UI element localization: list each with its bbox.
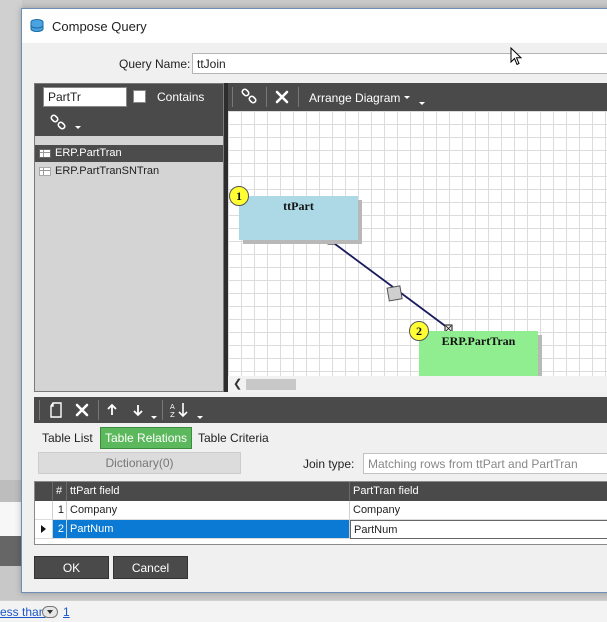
right-field-cell[interactable]: Company (350, 501, 607, 520)
row-number: 1 (53, 501, 67, 520)
diagram-toolbar: Arrange Diagram (228, 83, 607, 111)
svg-text:Z: Z (170, 411, 175, 419)
new-icon[interactable] (49, 402, 63, 418)
query-tabs: Table List Table Relations Table Criteri… (34, 427, 607, 449)
row-number: 2 (53, 520, 67, 539)
dialog-title: Compose Query (52, 19, 147, 34)
cancel-button[interactable]: Cancel (113, 556, 188, 579)
diagram-table-name: ERP.PartTran (441, 334, 516, 348)
table-order-badge: 2 (409, 321, 429, 341)
left-field-cell[interactable]: PartNum (67, 520, 350, 539)
arrange-diagram-button[interactable]: Arrange Diagram (309, 91, 400, 105)
contains-label: Contains (157, 90, 205, 104)
background-app-panel-white (0, 502, 22, 536)
background-app-panel (0, 0, 22, 480)
less-than-link[interactable]: ess than (0, 605, 45, 619)
delete-icon[interactable] (275, 90, 289, 104)
table-order-badge: 1 (229, 186, 249, 206)
sort-icon[interactable]: A Z (169, 401, 191, 419)
link-icon[interactable] (49, 114, 67, 132)
tab-table-list[interactable]: Table List (38, 427, 97, 449)
toolbar-separator (298, 87, 299, 107)
link-tables-icon[interactable] (240, 88, 258, 106)
join-type-label: Join type: (303, 457, 355, 471)
grid-row-selector-header (35, 482, 53, 501)
scrollbar-thumb[interactable] (246, 379, 296, 390)
table-item-label: ERP.PartTran (55, 147, 122, 159)
contains-checkbox[interactable] (133, 90, 146, 103)
database-icon (30, 19, 44, 32)
ok-button[interactable]: OK (34, 556, 109, 579)
move-dropdown-caret[interactable] (151, 416, 157, 419)
tab-table-criteria[interactable]: Table Criteria (194, 427, 273, 449)
delete-icon[interactable] (75, 403, 89, 417)
grid-header-number[interactable]: # (53, 482, 67, 501)
relations-toolbar: A Z (34, 397, 607, 423)
move-up-icon[interactable] (106, 403, 118, 417)
toolbar-overflow-caret[interactable] (419, 102, 425, 105)
svg-text:A: A (170, 403, 175, 411)
query-name-label: Query Name: (119, 57, 191, 71)
row-selector[interactable] (35, 520, 53, 539)
tab-table-relations[interactable]: Table Relations (100, 427, 193, 449)
grid-header: # ttPart field PartTran field (35, 482, 607, 501)
diagram-table-parttran[interactable]: ERP.PartTran (419, 331, 538, 376)
title-bar[interactable]: Compose Query (22, 9, 607, 43)
row-selector[interactable] (35, 501, 53, 520)
table-icon (39, 167, 51, 176)
dictionary-button[interactable]: Dictionary(0) (38, 452, 241, 474)
table-filter-input[interactable] (43, 87, 127, 107)
table-item-label: ERP.PartTranSNTran (55, 165, 160, 177)
left-field-cell[interactable]: Company (67, 501, 350, 520)
scroll-left-icon[interactable]: ❮ (233, 377, 242, 390)
diagram-table-name: ttPart (283, 199, 314, 213)
grid-header-right-field[interactable]: PartTran field (350, 482, 607, 501)
background-app-panel-dark (0, 536, 22, 566)
right-field-cell[interactable]: PartNum (350, 520, 607, 539)
query-name-input[interactable] (192, 53, 607, 74)
toolbar-separator (266, 87, 267, 107)
arrange-diagram-caret[interactable] (404, 96, 410, 99)
move-down-icon[interactable] (132, 403, 144, 417)
grid-row[interactable]: 2 PartNum PartNum (35, 520, 607, 539)
table-browser-panel: Contains ERP.PartTran ERP.PartTranSNTran (34, 83, 224, 392)
table-icon (39, 149, 51, 158)
sort-dropdown-caret[interactable] (197, 416, 203, 419)
background-app-panel-light (0, 480, 22, 502)
background-status-bar (0, 600, 607, 622)
toolbar-separator (98, 400, 99, 420)
mouse-cursor-icon (510, 47, 523, 66)
join-type-select[interactable]: Matching rows from ttPart and PartTran (363, 453, 607, 474)
grid-header-left-field[interactable]: ttPart field (67, 482, 350, 501)
table-browser-toolbar: Contains (35, 84, 223, 136)
current-row-icon (41, 525, 46, 533)
toolbar-separator (162, 400, 163, 420)
diagram-table-ttpart[interactable]: ttPart (239, 196, 358, 240)
link-dropdown-caret[interactable] (75, 126, 81, 129)
compose-query-dialog: Compose Query Query Name: Contains ERP.P… (21, 8, 607, 593)
value-link[interactable]: 1 (63, 605, 70, 619)
operator-dropdown[interactable] (42, 606, 58, 618)
relation-fields-grid: # ttPart field PartTran field 1 Company … (34, 481, 607, 545)
toolbar-separator (39, 400, 40, 420)
diagram-horizontal-scrollbar[interactable]: ❮ (228, 376, 607, 392)
table-item-parttran[interactable]: ERP.PartTran (35, 145, 223, 162)
table-item-parttransntran[interactable]: ERP.PartTranSNTran (35, 163, 223, 180)
grid-row[interactable]: 1 Company Company (35, 501, 607, 520)
toolbar-separator (232, 87, 233, 107)
query-diagram-canvas[interactable]: ttPart 1 ERP.PartTran 2 (228, 111, 607, 376)
